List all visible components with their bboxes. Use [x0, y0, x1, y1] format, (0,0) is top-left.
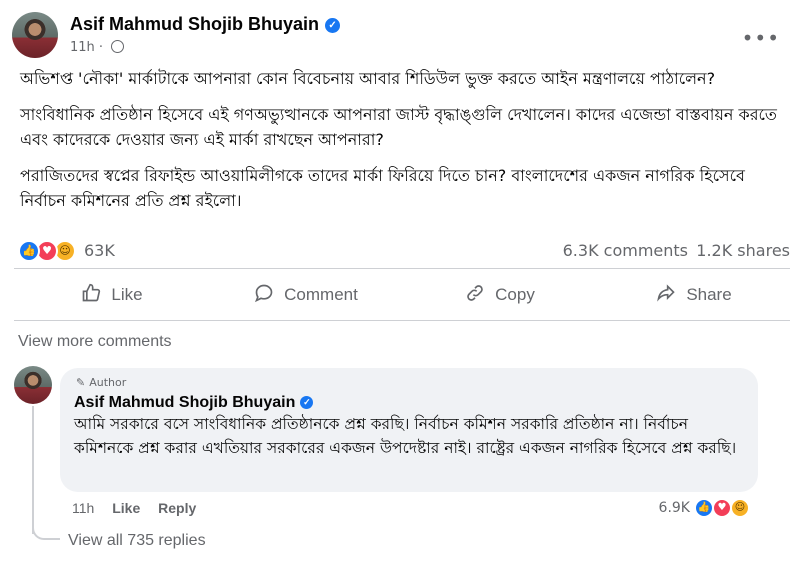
globe-icon [111, 40, 125, 53]
author-name[interactable]: Asif Mahmud Shojib Bhuyain [70, 14, 319, 34]
comment-author-name[interactable]: Asif Mahmud Shojib Bhuyain [74, 394, 295, 411]
share-label: Share [686, 285, 732, 304]
post-paragraph: সাংবিধানিক প্রতিষ্ঠান হিসেবে এই গণঅভ্যুত… [20, 105, 777, 149]
post-actions: Like Comment Copy Share [14, 276, 790, 314]
copy-label: Copy [495, 285, 535, 304]
verified-check-icon: ✓ [325, 18, 341, 33]
comment-like-button[interactable]: Like [112, 500, 140, 516]
reaction-count[interactable]: 63K [84, 241, 115, 260]
divider [14, 268, 790, 269]
view-replies-link[interactable]: View all 735 replies [68, 532, 206, 550]
comment-reaction-count: 6.9K [658, 500, 690, 516]
comment-button[interactable]: Comment [208, 276, 402, 314]
thumbs-up-icon [79, 283, 103, 308]
like-label: Like [111, 285, 143, 304]
reaction-icons[interactable]: 👍 ♥ ☺ [18, 240, 80, 262]
love-reaction-icon: ♥ [712, 498, 732, 518]
comments-count[interactable]: 6.3K comments [563, 241, 688, 260]
reactions-summary: 👍 ♥ ☺ 63K 6.3K comments 1.2K shares [18, 238, 790, 264]
post-paragraph: পরাজিতদের স্বপ্নের রিফাইন্ড আওয়ামিলীগকে… [20, 166, 745, 210]
comment-timestamp[interactable]: 11h [72, 500, 94, 516]
comment-author-avatar[interactable] [14, 366, 52, 404]
share-arrow-icon [654, 283, 678, 308]
like-reaction-icon: 👍 [694, 498, 714, 518]
view-more-comments-link[interactable]: View more comments [18, 333, 172, 351]
comment-bubble: ✎ Author Asif Mahmud Shojib Bhuyain ✓ আমি … [60, 368, 758, 492]
comment-actions: 11h Like Reply [72, 500, 210, 516]
like-reaction-icon: 👍 [18, 240, 40, 262]
post-header: Asif Mahmud Shojib Bhuyain ✓ 11h · ••• [12, 12, 788, 60]
post-meta: 11h · [70, 40, 125, 55]
comment-icon [252, 283, 276, 308]
copy-button[interactable]: Copy [402, 276, 596, 314]
reply-thread-connector [32, 510, 60, 540]
pen-icon: ✎ [76, 376, 86, 389]
verified-check-icon: ✓ [300, 396, 314, 409]
divider [14, 320, 790, 321]
comment-author-name-row: Asif Mahmud Shojib Bhuyain ✓ [74, 394, 314, 412]
post-body: অভিশপ্ত 'নৌকা' মার্কাটাকে আপনারা কোন বিব… [20, 66, 790, 224]
comment-label: Comment [284, 285, 358, 304]
author-avatar[interactable] [12, 12, 58, 58]
haha-reaction-icon: ☺ [730, 498, 750, 518]
like-button[interactable]: Like [14, 276, 208, 314]
more-options-icon[interactable]: ••• [742, 26, 780, 50]
share-button[interactable]: Share [596, 276, 790, 314]
comment-reactions[interactable]: 6.9K 👍 ♥ ☺ [634, 498, 754, 520]
author-badge-label: Author [89, 376, 127, 389]
comment-reply-button[interactable]: Reply [158, 500, 196, 516]
comment-text: আমি সরকারে বসে সাংবিধানিক প্রতিষ্ঠানকে প… [74, 415, 737, 457]
post-paragraph: অভিশপ্ত 'নৌকা' মার্কাটাকে আপনারা কোন বিব… [20, 69, 716, 88]
shares-count[interactable]: 1.2K shares [696, 241, 790, 260]
author-badge: ✎ Author [76, 376, 126, 389]
link-icon [463, 283, 487, 308]
post-timestamp[interactable]: 11h · [70, 40, 103, 55]
author-name-row: Asif Mahmud Shojib Bhuyain ✓ [70, 14, 341, 35]
